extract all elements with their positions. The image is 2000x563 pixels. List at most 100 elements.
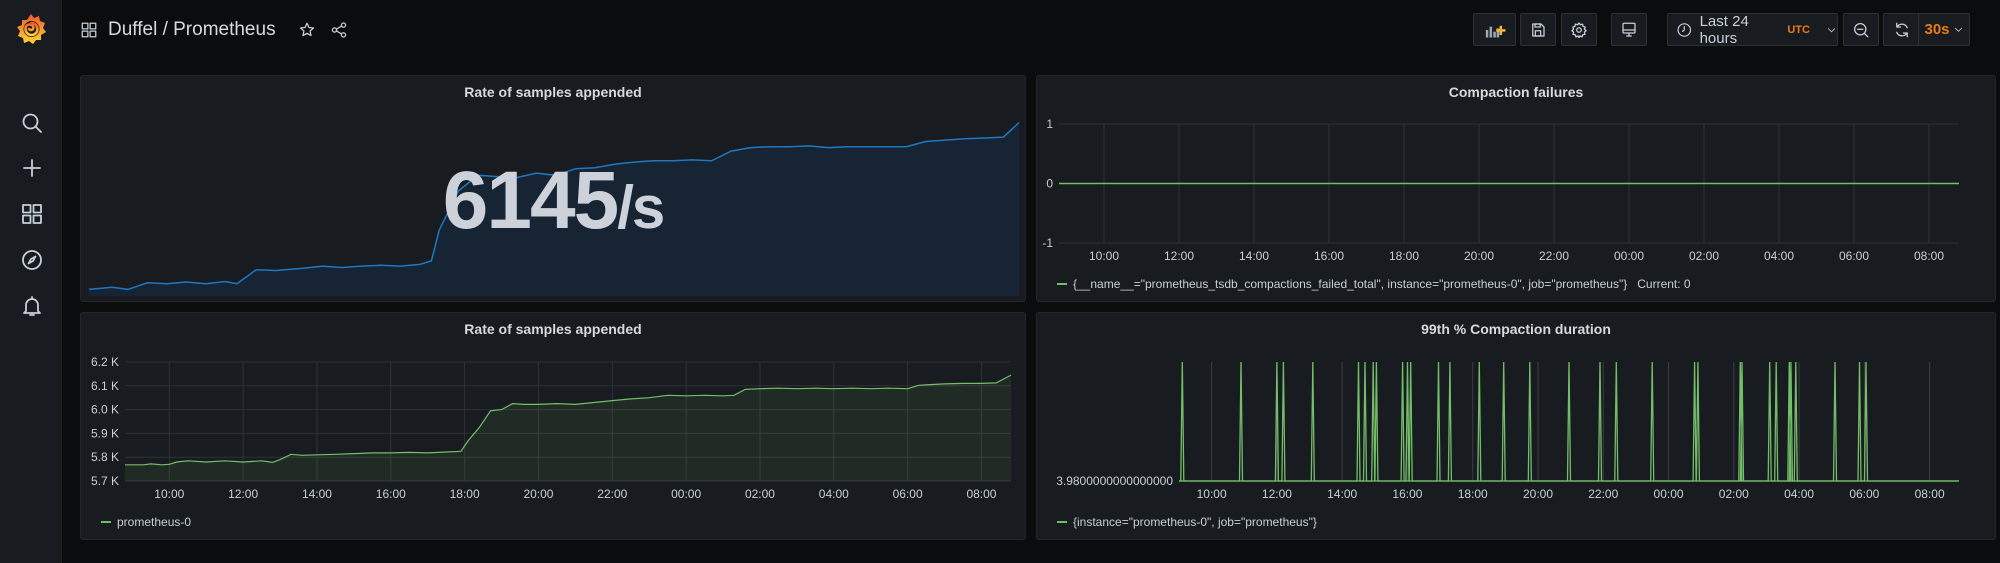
compaction-duration-chart: 10:00 12:00 14:00 16:00 18:00 20:00 22:00 00:00… bbox=[1056, 361, 1959, 501]
x-tick-label: 18:00 bbox=[450, 487, 480, 501]
legend-item[interactable]: {instance="prometheus-0", job="prometheu… bbox=[1057, 515, 1317, 529]
timezone-label: UTC bbox=[1787, 23, 1810, 36]
legend-swatch bbox=[101, 521, 111, 523]
x-tick-label: 18:00 bbox=[1389, 249, 1419, 263]
chevron-down-icon bbox=[1954, 27, 1962, 32]
y-tick-label: 3.9800000000000000 bbox=[1056, 474, 1173, 488]
stat-value: 6145/s bbox=[81, 154, 1025, 248]
x-tick-label: 06:00 bbox=[1849, 487, 1879, 501]
star-icon[interactable] bbox=[298, 21, 316, 39]
x-tick-label: 16:00 bbox=[1392, 487, 1422, 501]
y-tick-label: 5.9 K bbox=[91, 426, 119, 440]
tv-mode-button[interactable] bbox=[1611, 13, 1647, 46]
x-tick-label: 10:00 bbox=[1197, 487, 1227, 501]
legend-label: {instance="prometheus-0", job="prometheu… bbox=[1073, 515, 1317, 529]
x-tick-label: 16:00 bbox=[376, 487, 406, 501]
x-tick-label: 20:00 bbox=[1523, 487, 1553, 501]
search-icon bbox=[22, 113, 42, 133]
dashboards-grid-icon bbox=[22, 204, 42, 224]
x-tick-label: 12:00 bbox=[228, 487, 258, 501]
x-tick-label: 12:00 bbox=[1262, 487, 1292, 501]
sidebar-item-create[interactable] bbox=[19, 155, 45, 181]
dashboard-settings-button[interactable] bbox=[1561, 13, 1597, 46]
rate-of-samples-chart: 10:00 12:00 14:00 16:00 18:00 20:00 22:00 00:00… bbox=[91, 355, 1012, 501]
x-tick-label: 06:00 bbox=[1839, 249, 1869, 263]
x-tick-label: 14:00 bbox=[302, 487, 332, 501]
x-tick-label: 10:00 bbox=[1089, 249, 1119, 263]
compass-icon bbox=[22, 250, 42, 270]
sidebar bbox=[0, 0, 62, 563]
time-range-label: Last 24 hours bbox=[1699, 12, 1749, 47]
panel-stat-rate-of-samples[interactable]: Rate of samples appended 6145/s bbox=[80, 75, 1026, 302]
monitor-icon bbox=[1622, 22, 1636, 37]
compaction-failures-chart: 10:00 12:00 14:00 16:00 18:00 20:00 22:00 00:00… bbox=[1042, 117, 1959, 263]
page-title[interactable]: Duffel / Prometheus bbox=[108, 19, 276, 41]
chevron-down-icon bbox=[1827, 27, 1836, 32]
zoom-out-button[interactable] bbox=[1843, 13, 1879, 46]
add-panel-button[interactable] bbox=[1473, 13, 1516, 46]
time-range-picker[interactable]: Last 24 hours UTC bbox=[1667, 12, 1838, 47]
breadcrumb: Duffel / Prometheus bbox=[80, 16, 348, 44]
x-tick-label: 08:00 bbox=[1914, 249, 1944, 263]
share-icon[interactable] bbox=[330, 21, 348, 39]
x-tick-label: 06:00 bbox=[893, 487, 923, 501]
save-dashboard-button[interactable] bbox=[1520, 13, 1556, 46]
x-tick-label: 04:00 bbox=[1784, 487, 1814, 501]
y-tick-label: 6.0 K bbox=[91, 403, 119, 417]
x-tick-label: 00:00 bbox=[1614, 249, 1644, 263]
legend-label: prometheus-0 bbox=[117, 515, 192, 529]
series-area bbox=[125, 375, 1011, 481]
x-tick-label: 02:00 bbox=[1719, 487, 1749, 501]
x-tick-label: 00:00 bbox=[1654, 487, 1684, 501]
x-tick-label: 14:00 bbox=[1327, 487, 1357, 501]
x-tick-label: 22:00 bbox=[597, 487, 627, 501]
x-tick-label: 02:00 bbox=[745, 487, 775, 501]
x-tick-label: 04:00 bbox=[1764, 249, 1794, 263]
x-tick-label: 22:00 bbox=[1539, 249, 1569, 263]
y-tick-label: 1 bbox=[1046, 117, 1053, 131]
dashboard-header: Duffel / Prometheus Last 24 hours UTC 30… bbox=[62, 0, 2000, 60]
legend-item[interactable]: prometheus-0 bbox=[101, 515, 191, 529]
y-tick-label: -1 bbox=[1042, 236, 1053, 250]
legend-swatch bbox=[1057, 283, 1067, 285]
y-tick-label: 6.2 K bbox=[91, 355, 119, 369]
x-tick-label: 20:00 bbox=[1464, 249, 1494, 263]
x-tick-label: 08:00 bbox=[1915, 487, 1945, 501]
sidebar-item-search[interactable] bbox=[19, 110, 45, 136]
save-icon bbox=[1532, 22, 1545, 37]
x-tick-label: 08:00 bbox=[966, 487, 996, 501]
refresh-interval-picker[interactable]: 30s bbox=[1918, 13, 1970, 46]
panel-compaction-failures[interactable]: Compaction failures 10:00 12:00 14:00 16:00… bbox=[1036, 75, 1996, 302]
y-tick-label: 5.7 K bbox=[91, 474, 119, 488]
legend-item[interactable]: {__name__="prometheus_tsdb_compactions_f… bbox=[1057, 277, 1691, 291]
stat-value-number: 6145 bbox=[442, 155, 619, 246]
sidebar-item-dashboards[interactable] bbox=[19, 201, 45, 227]
refresh-icon bbox=[1895, 22, 1908, 37]
y-tick-label: 6.1 K bbox=[91, 379, 119, 393]
bell-icon bbox=[23, 296, 41, 316]
x-tick-label: 02:00 bbox=[1689, 249, 1719, 263]
sidebar-item-alerting[interactable] bbox=[19, 293, 45, 319]
x-tick-label: 12:00 bbox=[1164, 249, 1194, 263]
plus-icon bbox=[23, 159, 41, 177]
x-tick-label: 00:00 bbox=[671, 487, 701, 501]
panel-compaction-duration[interactable]: 99th % Compaction duration 10:00 12:00 14:… bbox=[1036, 312, 1996, 540]
legend-current-value: Current: 0 bbox=[1637, 277, 1691, 291]
y-tick-label: 0 bbox=[1046, 177, 1053, 191]
y-tick-label: 5.8 K bbox=[91, 450, 119, 464]
legend-swatch bbox=[1057, 521, 1067, 523]
zoom-out-icon bbox=[1853, 22, 1869, 37]
x-tick-label: 22:00 bbox=[1588, 487, 1618, 501]
x-tick-label: 10:00 bbox=[154, 487, 184, 501]
sidebar-item-explore[interactable] bbox=[19, 247, 45, 273]
legend-label: {__name__="prometheus_tsdb_compactions_f… bbox=[1073, 277, 1628, 291]
grafana-logo-icon[interactable] bbox=[13, 11, 49, 47]
refresh-button[interactable] bbox=[1883, 13, 1919, 46]
x-tick-label: 16:00 bbox=[1314, 249, 1344, 263]
series-line bbox=[1179, 361, 1959, 482]
stat-value-unit: /s bbox=[617, 174, 665, 241]
x-tick-label: 20:00 bbox=[523, 487, 553, 501]
x-tick-label: 18:00 bbox=[1458, 487, 1488, 501]
gear-icon bbox=[1571, 21, 1587, 38]
panel-rate-of-samples-graph[interactable]: Rate of samples appended 10:00 12:00 14:00… bbox=[80, 312, 1026, 540]
